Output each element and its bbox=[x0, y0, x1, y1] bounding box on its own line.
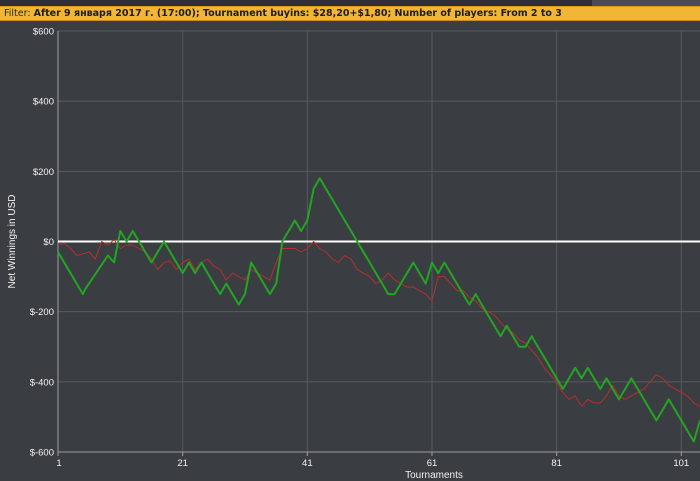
x-tick-label: 61 bbox=[427, 458, 438, 469]
x-tick-label: 41 bbox=[302, 458, 313, 469]
filter-description: After 9 января 2017 г. (17:00); Tourname… bbox=[33, 8, 562, 19]
x-tick-label: 101 bbox=[673, 458, 689, 469]
x-tick-label: 81 bbox=[551, 458, 562, 469]
filter-label: Filter: bbox=[4, 8, 31, 19]
filter-bar[interactable]: Filter: After 9 января 2017 г. (17:00); … bbox=[0, 6, 700, 21]
y-tick-label: $-600 bbox=[30, 448, 54, 459]
y-axis-title: Net Winnings in USD bbox=[7, 195, 18, 289]
series-line-1 bbox=[57, 177, 700, 443]
x-tick-label: 21 bbox=[177, 458, 188, 469]
chart-tick-labels: $600 $400 $200 $0 $-200 $-400 $-6001 21 41 61 81 10… bbox=[30, 27, 690, 470]
y-tick-label: $-400 bbox=[30, 377, 54, 388]
net-winnings-chart[interactable]: $600 $400 $200 $0 $-200 $-400 $-6001 21 41 61 81 10… bbox=[0, 21, 700, 481]
y-tick-label: $-200 bbox=[30, 307, 54, 318]
y-tick-label: $600 bbox=[33, 27, 54, 38]
x-axis-title: Tournaments bbox=[405, 470, 463, 481]
x-tick-label: 1 bbox=[56, 458, 61, 469]
y-tick-label: $0 bbox=[43, 237, 54, 248]
y-tick-label: $200 bbox=[33, 167, 54, 178]
chart-axes bbox=[57, 31, 700, 456]
y-tick-label: $400 bbox=[33, 97, 54, 108]
chart-series bbox=[57, 177, 700, 443]
